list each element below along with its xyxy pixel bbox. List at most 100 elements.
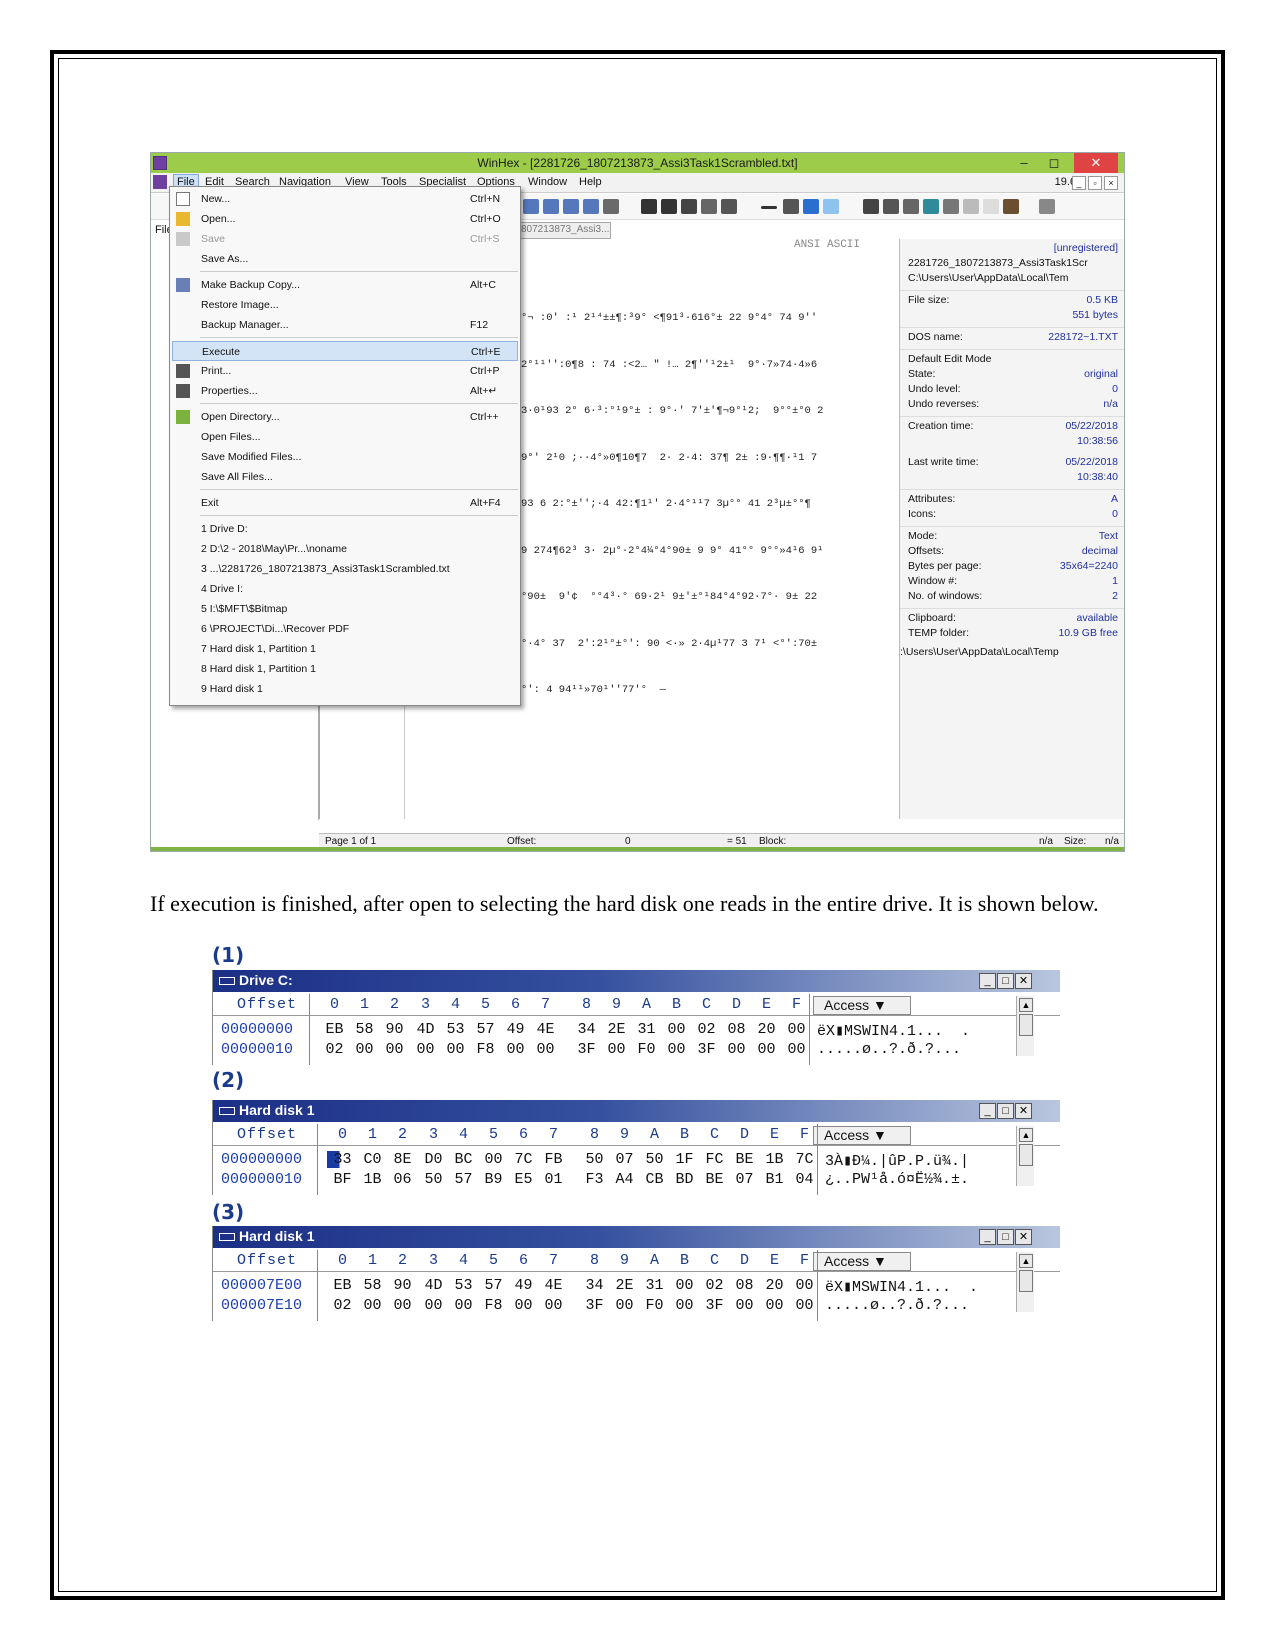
hex-byte[interactable]: A4 (609, 1171, 640, 1188)
hex-byte[interactable]: 20 (759, 1277, 790, 1294)
hex-byte[interactable]: 00 (661, 1041, 692, 1058)
hex-byte[interactable]: 7C (789, 1151, 820, 1168)
file-menu-item[interactable]: Save As... (170, 249, 520, 269)
mdi-restore-icon[interactable]: ▫ (1088, 176, 1102, 190)
ascii-text[interactable]: ëX▮MSWIN4.1... . (825, 1277, 978, 1296)
hex-byte[interactable]: 31 (639, 1277, 670, 1294)
mdi-minimize-icon[interactable]: _ (1072, 176, 1086, 190)
file-menu-item[interactable]: Open Directory... Ctrl++ (170, 407, 520, 427)
hex-byte[interactable]: F0 (631, 1041, 662, 1058)
toolbar-copy-icon[interactable] (523, 199, 539, 214)
hex-byte[interactable]: FC (699, 1151, 730, 1168)
hex-byte[interactable]: 08 (721, 1021, 752, 1038)
hex-byte[interactable]: C0 (357, 1151, 388, 1168)
toolbar-forward-icon[interactable] (823, 199, 839, 214)
toolbar-ram-icon[interactable] (883, 199, 899, 214)
hex-byte[interactable]: F8 (478, 1297, 509, 1314)
hex-byte[interactable]: 02 (327, 1297, 358, 1314)
file-menu-item[interactable]: 9 Hard disk 1 (170, 679, 520, 699)
hex-byte[interactable]: BE (699, 1171, 730, 1188)
file-menu-item[interactable]: Exit Alt+F4 (170, 493, 520, 513)
hex-byte[interactable]: E5 (508, 1171, 539, 1188)
hex-byte[interactable]: 00 (508, 1297, 539, 1314)
ascii-text[interactable]: 3À▮Ð¼.|ûP.P.ü¾.| (825, 1151, 969, 1170)
hex-byte[interactable]: 02 (699, 1277, 730, 1294)
hex-byte[interactable]: 00 (440, 1041, 471, 1058)
toolbar-hash-icon[interactable] (923, 199, 939, 214)
close-icon[interactable]: ✕ (1015, 1229, 1032, 1245)
hex-byte[interactable]: 00 (609, 1297, 640, 1314)
file-menu-item[interactable]: Print... Ctrl+P (170, 361, 520, 381)
toolbar-network-icon[interactable] (1039, 199, 1055, 214)
toolbar-write-icon[interactable] (583, 199, 599, 214)
close-icon[interactable]: ✕ (1074, 153, 1118, 173)
close-icon[interactable]: ✕ (1015, 1103, 1032, 1119)
file-menu-item[interactable]: Restore Image... (170, 295, 520, 315)
toolbar-goto-icon[interactable] (761, 206, 777, 209)
hex-byte[interactable]: F8 (470, 1041, 501, 1058)
file-menu-item[interactable]: Save Ctrl+S (170, 229, 520, 249)
minimize-icon[interactable]: _ (979, 973, 996, 989)
hex-byte[interactable]: 00 (538, 1297, 569, 1314)
hex-byte[interactable]: 00 (379, 1041, 410, 1058)
access-dropdown[interactable]: Access ▼ (813, 1252, 911, 1271)
hex-byte[interactable]: B1 (759, 1171, 790, 1188)
hex-byte[interactable]: 8E (387, 1151, 418, 1168)
hex-byte[interactable]: 2E (601, 1021, 632, 1038)
maximize-icon[interactable]: □ (997, 973, 1014, 989)
toolbar-paste-icon[interactable] (543, 199, 559, 214)
file-menu-item[interactable]: Save All Files... (170, 467, 520, 487)
hex-byte[interactable]: 00 (601, 1041, 632, 1058)
hex-byte[interactable]: 4E (530, 1021, 561, 1038)
hex-byte[interactable]: 00 (410, 1041, 441, 1058)
toolbar-goto-offset-icon[interactable] (783, 199, 799, 214)
hex-byte[interactable]: 53 (448, 1277, 479, 1294)
hex-byte[interactable]: 00 (357, 1297, 388, 1314)
hex-byte[interactable]: 00 (729, 1297, 760, 1314)
maximize-icon[interactable]: □ (997, 1229, 1014, 1245)
hex-byte[interactable]: 50 (418, 1171, 449, 1188)
hex-byte[interactable]: 3F (571, 1041, 602, 1058)
hex-byte[interactable]: 00 (759, 1297, 790, 1314)
toolbar-search-icon[interactable] (943, 199, 959, 214)
hex-byte[interactable]: 00 (387, 1297, 418, 1314)
hex-byte[interactable]: 4E (538, 1277, 569, 1294)
hex-byte[interactable]: 90 (379, 1021, 410, 1038)
hex-byte[interactable]: 1B (357, 1171, 388, 1188)
scroll-up-icon[interactable]: ▲ (1019, 1128, 1033, 1142)
hex-byte[interactable]: D0 (418, 1151, 449, 1168)
hex-byte[interactable]: 08 (729, 1277, 760, 1294)
hex-byte[interactable]: 3F (699, 1297, 730, 1314)
hex-byte[interactable]: 49 (500, 1021, 531, 1038)
mdi-close-icon[interactable]: × (1104, 176, 1118, 190)
hex-byte[interactable]: 00 (721, 1041, 752, 1058)
file-menu-item[interactable]: 5 I:\$MFT\$Bitmap (170, 599, 520, 619)
hex-byte[interactable]: 00 (530, 1041, 561, 1058)
maximize-icon[interactable]: □ (997, 1103, 1014, 1119)
hex-byte[interactable]: 58 (357, 1277, 388, 1294)
scroll-up-icon[interactable]: ▲ (1019, 998, 1033, 1012)
close-icon[interactable]: ✕ (1015, 973, 1032, 989)
hex-byte[interactable]: 57 (448, 1171, 479, 1188)
toolbar-find-hex-icon[interactable] (661, 199, 677, 214)
hex-byte[interactable]: BE (729, 1151, 760, 1168)
hex-byte[interactable]: 57 (470, 1021, 501, 1038)
file-menu-item[interactable]: 3 ...\2281726_1807213873_Assi3Task1Scram… (170, 559, 520, 579)
hex-byte[interactable]: 00 (789, 1277, 820, 1294)
hex-byte[interactable]: 31 (631, 1021, 662, 1038)
hex-byte[interactable]: 00 (349, 1041, 380, 1058)
hex-byte[interactable]: 07 (609, 1151, 640, 1168)
hex-byte[interactable]: 53 (440, 1021, 471, 1038)
restore-icon[interactable]: ◻ (1040, 153, 1068, 173)
hex-byte[interactable]: EB (319, 1021, 350, 1038)
hex-byte[interactable]: 4D (410, 1021, 441, 1038)
file-menu-item[interactable]: Backup Manager... F12 (170, 315, 520, 335)
hex-byte[interactable]: 00 (448, 1297, 479, 1314)
access-dropdown[interactable]: Access ▼ (813, 1126, 911, 1145)
hex-byte[interactable]: 1B (759, 1151, 790, 1168)
toolbar-replace-icon[interactable] (681, 199, 697, 214)
file-menu-item[interactable]: 7 Hard disk 1, Partition 1 (170, 639, 520, 659)
hex-byte[interactable]: 07 (729, 1171, 760, 1188)
hex-byte[interactable]: 50 (639, 1151, 670, 1168)
file-menu-item[interactable]: Execute Ctrl+E (172, 341, 518, 361)
